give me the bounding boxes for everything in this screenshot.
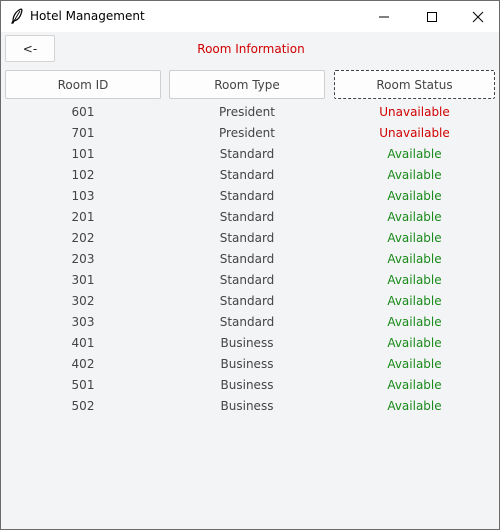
room-type-cell: Standard [219, 168, 275, 182]
room-status-cell: Available [387, 189, 442, 203]
room-status-cell: Unavailable [379, 126, 450, 140]
feather-icon [11, 8, 23, 24]
close-button[interactable] [455, 1, 500, 32]
room-id-cell: 103 [71, 189, 95, 203]
minimize-icon [379, 16, 389, 17]
table-row: 201 Standard Available [1, 207, 500, 228]
room-id-cell: 201 [71, 210, 95, 224]
table-row: 301 Standard Available [1, 270, 500, 291]
column-header-room-status[interactable]: Room Status [334, 70, 495, 99]
room-id-cell: 303 [71, 315, 95, 329]
room-status-cell: Available [387, 210, 442, 224]
page-title: Room Information [197, 42, 305, 56]
room-status-cell: Available [387, 378, 442, 392]
title-bar: Hotel Management [1, 1, 499, 32]
room-id-cell: 502 [71, 399, 95, 413]
table-row: 302 Standard Available [1, 291, 500, 312]
maximize-button[interactable] [409, 1, 455, 32]
room-status-cell: Available [387, 399, 442, 413]
room-id-cell: 102 [71, 168, 95, 182]
table-row: 203 Standard Available [1, 249, 500, 270]
room-type-cell: Business [220, 357, 274, 371]
table-row: 601 President Unavailable [1, 102, 500, 123]
table-row: 303 Standard Available [1, 312, 500, 333]
room-id-cell: 601 [71, 105, 95, 119]
table-row: 701 President Unavailable [1, 123, 500, 144]
room-type-cell: Standard [219, 147, 275, 161]
room-status-cell: Available [387, 168, 442, 182]
room-status-cell: Available [387, 357, 442, 371]
room-id-cell: 101 [71, 147, 95, 161]
room-type-cell: President [219, 126, 275, 140]
room-id-cell: 402 [71, 357, 95, 371]
table-row: 202 Standard Available [1, 228, 500, 249]
room-id-cell: 203 [71, 252, 95, 266]
room-id-cell: 202 [71, 231, 95, 245]
room-type-cell: Standard [219, 294, 275, 308]
room-type-cell: Standard [219, 315, 275, 329]
room-status-cell: Available [387, 147, 442, 161]
table-row: 501 Business Available [1, 375, 500, 396]
window-title: Hotel Management [30, 9, 145, 23]
table-row: 102 Standard Available [1, 165, 500, 186]
table-row: 402 Business Available [1, 354, 500, 375]
room-id-cell: 302 [71, 294, 95, 308]
column-header-room-id[interactable]: Room ID [5, 70, 161, 99]
room-type-cell: President [219, 105, 275, 119]
table-row: 502 Business Available [1, 396, 500, 417]
room-id-cell: 501 [71, 378, 95, 392]
maximize-icon [427, 11, 437, 22]
room-status-cell: Available [387, 252, 442, 266]
room-status-cell: Available [387, 336, 442, 350]
table-row: 103 Standard Available [1, 186, 500, 207]
table-row: 101 Standard Available [1, 144, 500, 165]
table-row: 401 Business Available [1, 333, 500, 354]
room-status-cell: Available [387, 294, 442, 308]
room-type-cell: Standard [219, 273, 275, 287]
close-icon [472, 11, 484, 22]
room-status-cell: Available [387, 231, 442, 245]
room-id-cell: 301 [71, 273, 95, 287]
room-type-cell: Standard [219, 252, 275, 266]
room-status-cell: Unavailable [379, 105, 450, 119]
room-status-cell: Available [387, 273, 442, 287]
room-type-cell: Standard [219, 231, 275, 245]
room-status-cell: Available [387, 315, 442, 329]
room-type-cell: Standard [219, 189, 275, 203]
room-id-cell: 701 [71, 126, 95, 140]
room-type-cell: Standard [219, 210, 275, 224]
room-type-cell: Business [220, 336, 274, 350]
column-header-room-type[interactable]: Room Type [169, 70, 325, 99]
minimize-button[interactable] [361, 1, 407, 32]
room-type-cell: Business [220, 399, 274, 413]
room-type-cell: Business [220, 378, 274, 392]
room-id-cell: 401 [71, 336, 95, 350]
